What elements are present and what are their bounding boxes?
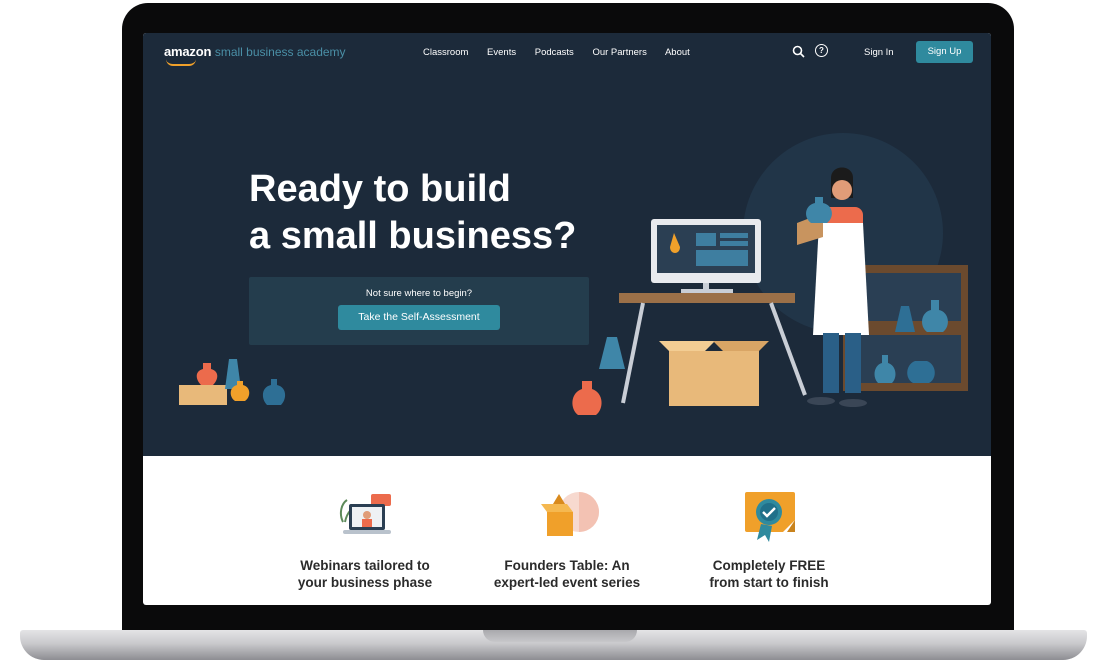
laptop-screen: amazon small business academy Classroom …	[143, 33, 991, 605]
nav-classroom[interactable]: Classroom	[423, 47, 468, 58]
nav-our-partners[interactable]: Our Partners	[592, 47, 646, 58]
desk	[619, 293, 795, 303]
top-nav: amazon small business academy Classroom …	[143, 33, 991, 73]
hero-headline: Ready to build a small business?	[249, 166, 649, 260]
feature-webinars-line-1: Webinars tailored to	[300, 558, 430, 573]
cardboard-box	[669, 351, 759, 406]
headline-line-2: a small business?	[249, 215, 577, 257]
nav-links: Classroom Events Podcasts Our Partners A…	[423, 47, 706, 58]
logo[interactable]: amazon small business academy	[164, 44, 346, 66]
logo-brand: amazon	[164, 44, 212, 59]
signup-button[interactable]: Sign Up	[916, 41, 973, 63]
feature-webinars-line-2: your business phase	[297, 575, 433, 590]
feature-free-label: Completely FREE from start to finish	[669, 557, 869, 591]
signin-link[interactable]: Sign In	[864, 47, 894, 58]
nav-podcasts[interactable]: Podcasts	[535, 47, 574, 58]
nav-events[interactable]: Events	[487, 47, 516, 58]
founders-table-icon	[541, 492, 599, 536]
assessment-prompt: Not sure where to begin?	[365, 288, 473, 299]
free-badge-icon	[745, 492, 795, 542]
feature-founders-label: Founders Table: An expert-led event seri…	[467, 557, 667, 591]
webinar-laptop-icon	[339, 494, 391, 534]
amazon-smile-icon	[166, 59, 196, 66]
feature-webinars-label: Webinars tailored to your business phase	[265, 557, 465, 591]
help-icon[interactable]: ?	[815, 44, 828, 57]
hero-section: amazon small business academy Classroom …	[143, 33, 991, 456]
feature-free-line-1: Completely FREE	[712, 558, 826, 573]
feature-free-line-2: from start to finish	[709, 575, 829, 590]
self-assessment-button[interactable]: Take the Self-Assessment	[338, 305, 500, 330]
feature-founders-line-2: expert-led event series	[493, 575, 641, 590]
nav-about[interactable]: About	[665, 47, 690, 58]
self-assessment-panel: Not sure where to begin? Take the Self-A…	[249, 277, 589, 345]
laptop-notch	[483, 630, 637, 642]
features-row: Webinars tailored to your business phase…	[143, 456, 991, 605]
feature-founders-line-1: Founders Table: An	[504, 558, 630, 573]
search-icon[interactable]	[792, 45, 805, 58]
headline-line-1: Ready to build	[249, 168, 511, 210]
logo-subtitle: small business academy	[214, 45, 346, 59]
